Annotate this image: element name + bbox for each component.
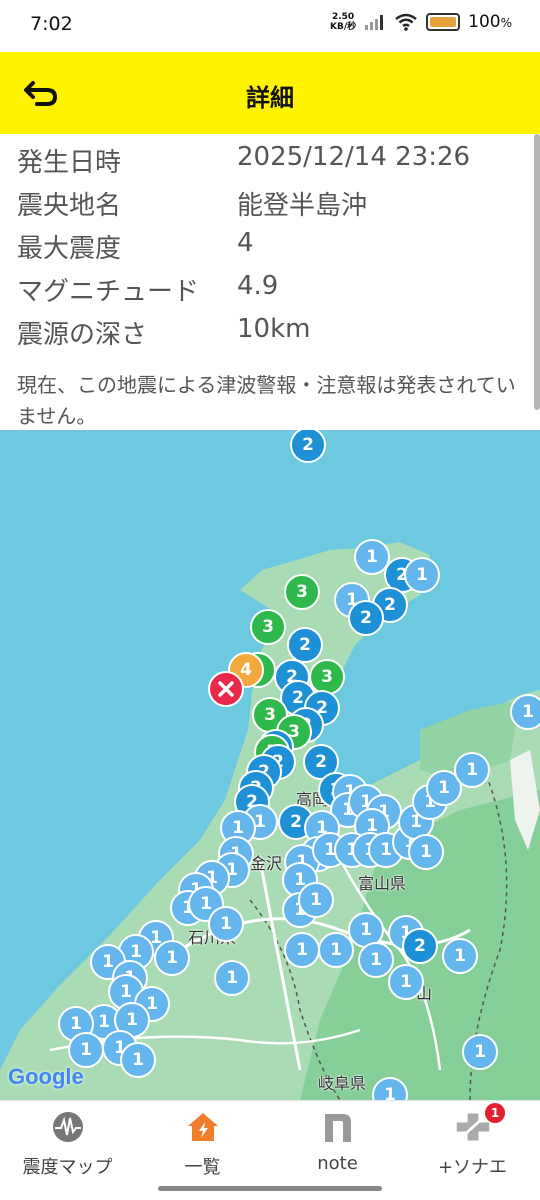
intensity-1-marker[interactable]: 1 (388, 964, 424, 1000)
detail-value: 4 (237, 228, 254, 258)
intensity-1-marker[interactable]: 1 (298, 882, 334, 918)
nav-label: 一覧 (184, 1157, 221, 1178)
seismograph-icon (50, 1109, 86, 1145)
detail-label: 発生日時 (17, 148, 122, 178)
detail-row-max-intensity: 最大震度 4 (17, 228, 254, 265)
detail-value: 2025/12/14 23:26 (237, 142, 471, 172)
battery-level: 100% (468, 12, 512, 32)
network-speed: 2.50 KB/秒 (330, 12, 356, 32)
detail-row-magnitude: マグニチュード 4.9 (17, 271, 278, 308)
intensity-1-marker[interactable]: 1 (358, 942, 394, 978)
nav-label: +ソナエ (437, 1157, 508, 1178)
detail-row-time: 発生日時 2025/12/14 23:26 (17, 142, 470, 179)
battery-icon (426, 13, 461, 31)
intensity-1-marker[interactable]: 1 (408, 834, 444, 870)
app-header: 詳細 (0, 52, 540, 134)
detail-label: 震央地名 (17, 191, 122, 221)
intensity-2-marker[interactable]: 2 (402, 928, 438, 964)
detail-value: 4.9 (237, 271, 279, 301)
note-n-icon (320, 1109, 356, 1145)
map-label-kanazawa: 金沢 (250, 854, 283, 873)
intensity-1-marker[interactable]: 1 (404, 557, 440, 593)
network-speed-value: 2.50 (331, 12, 355, 22)
page-title: 詳細 (246, 84, 294, 112)
details-scrollbar[interactable] (534, 134, 540, 410)
signal-icon (365, 15, 384, 30)
epicenter-x-icon (218, 681, 234, 697)
detail-label: マグニチュード (17, 277, 200, 307)
intensity-1-marker[interactable]: 1 (154, 940, 190, 976)
status-icons: 2.50 KB/秒 100% (330, 12, 512, 32)
home-indicator (158, 1186, 382, 1191)
intensity-1-marker[interactable]: 1 (284, 932, 320, 968)
detail-value: 能登半島沖 (237, 191, 368, 221)
intensity-1-marker[interactable]: 1 (462, 1034, 498, 1070)
network-speed-unit: KB/秒 (330, 22, 357, 32)
quake-details: 発生日時 2025/12/14 23:26 震央地名 能登半島沖 最大震度 4 … (0, 134, 540, 430)
intensity-1-marker[interactable]: 1 (442, 938, 478, 974)
intensity-1-marker[interactable]: 1 (454, 752, 490, 788)
intensity-1-marker[interactable]: 1 (510, 694, 540, 730)
detail-row-epicenter: 震央地名 能登半島沖 (17, 185, 367, 222)
nav-label: 震度マップ (22, 1157, 113, 1178)
detail-value: 10km (237, 314, 311, 344)
intensity-2-marker[interactable]: 2 (287, 627, 323, 663)
status-bar: 7:02 2.50 KB/秒 100% (0, 0, 540, 52)
map-label-toyama: 富山県 (358, 874, 407, 893)
intensity-1-marker[interactable]: 1 (120, 1042, 156, 1078)
intensity-3-marker[interactable]: 3 (250, 609, 286, 645)
map-label-gifu: 岐阜県 (318, 1074, 367, 1093)
nav-list[interactable]: 一覧 (135, 1101, 270, 1191)
nav-intensity-map[interactable]: 震度マップ (0, 1101, 135, 1191)
intensity-1-marker[interactable]: 1 (214, 960, 250, 996)
intensity-1-marker[interactable]: 1 (208, 906, 244, 942)
wifi-icon (395, 13, 417, 31)
nav-label: note (317, 1153, 358, 1174)
detail-row-depth: 震源の深さ 10km (17, 314, 310, 351)
intensity-1-marker[interactable]: 1 (68, 1032, 104, 1068)
intensity-3-marker[interactable]: 3 (284, 574, 320, 610)
detail-label: 震源の深さ (17, 320, 148, 350)
house-alert-icon (185, 1109, 221, 1145)
nav-note[interactable]: note (270, 1101, 405, 1191)
intensity-2-marker[interactable]: 2 (348, 600, 384, 636)
detail-label: 最大震度 (17, 234, 122, 264)
tsunami-notice: 現在、この地震による津波警報・注意報は発表されていません。 (17, 373, 516, 428)
google-logo: Google (8, 1064, 84, 1089)
intensity-map[interactable]: 高岡 金沢 富山県 石川県 山 岐阜県 21211223323423223232… (0, 430, 540, 1100)
bottom-nav: 震度マップ 一覧 note 1 +ソナエ (0, 1100, 540, 1200)
notification-badge: 1 (485, 1103, 505, 1123)
epicenter-marker[interactable] (208, 671, 244, 707)
nav-sonae[interactable]: 1 +ソナエ (405, 1101, 540, 1191)
clock: 7:02 (30, 13, 73, 35)
